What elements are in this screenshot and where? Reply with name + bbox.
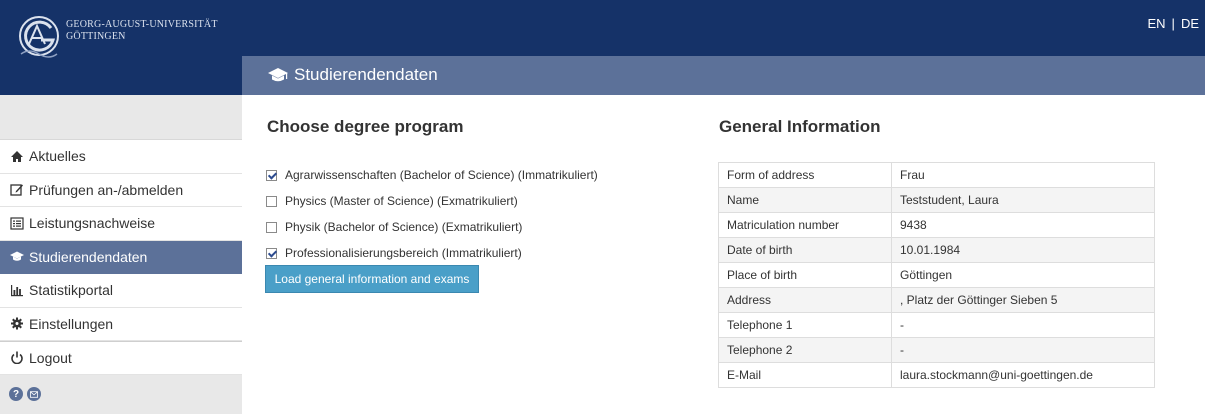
- logo-line-1: GEORG-AUGUST-UNIVERSITÄT: [66, 19, 218, 30]
- info-key: Matriculation number: [718, 212, 892, 238]
- table-row: Name Teststudent, Laura: [718, 187, 1155, 213]
- sidebar-item-einstellungen[interactable]: Einstellungen: [0, 308, 242, 341]
- info-key: Name: [718, 187, 892, 213]
- sidebar-nav: Aktuelles Prüfungen an-/abmelden Leistun…: [0, 139, 242, 375]
- info-value: -: [891, 312, 1155, 338]
- info-value: Göttingen: [891, 262, 1155, 288]
- degree-checkbox[interactable]: [266, 247, 277, 259]
- degree-program-list: Agrarwissenschaften (Bachelor of Science…: [266, 162, 598, 266]
- sidebar-item-label: Studierendendaten: [29, 248, 148, 265]
- sidebar-item-statistikportal[interactable]: Statistikportal: [0, 274, 242, 308]
- info-key: Telephone 1: [718, 312, 892, 338]
- university-seal-icon: [19, 16, 59, 58]
- degree-program-heading: Choose degree program: [267, 117, 464, 136]
- table-row: Address, Platz der Göttinger Sieben 5: [718, 287, 1155, 313]
- info-key: E-Mail: [718, 362, 892, 388]
- help-icon[interactable]: ?: [9, 387, 23, 401]
- degree-checkbox[interactable]: [266, 195, 277, 207]
- sidebar-item-studierendendaten[interactable]: Studierendendaten: [0, 240, 242, 274]
- info-value: -: [891, 337, 1155, 363]
- sidebar-item-logout[interactable]: Logout: [0, 341, 242, 375]
- degree-label: Agrarwissenschaften (Bachelor of Science…: [285, 168, 598, 182]
- lang-de-link[interactable]: DE: [1181, 16, 1199, 31]
- general-information-heading: General Information: [719, 117, 881, 136]
- language-switcher: EN | DE: [1147, 16, 1199, 31]
- page-title-bar: Studierendendaten: [242, 56, 1205, 95]
- university-logo[interactable]: GEORG-AUGUST-UNIVERSITÄT GÖTTINGEN: [0, 0, 242, 95]
- table-row: Telephone 2-: [718, 337, 1155, 363]
- info-value: 9438: [891, 212, 1155, 238]
- degree-label: Physics (Master of Science) (Exmatrikuli…: [285, 194, 518, 208]
- sidebar-item-label: Logout: [29, 349, 72, 366]
- main-content: Choose degree program Agrarwissenschafte…: [242, 95, 1205, 414]
- power-icon: [11, 351, 23, 365]
- info-key: Form of address: [718, 162, 892, 188]
- table-row: Form of address Frau: [718, 162, 1155, 188]
- sidebar-item-label: Statistikportal: [29, 282, 114, 299]
- degree-option[interactable]: Professionalisierungsbereich (Immatrikul…: [266, 240, 598, 266]
- logo-line-2: GÖTTINGEN: [66, 31, 126, 42]
- info-value: , Platz der Göttinger Sieben 5: [891, 287, 1155, 313]
- degree-option[interactable]: Physik (Bachelor of Science) (Exmatrikul…: [266, 214, 598, 240]
- table-row: E-Mail laura.stockmann@uni-goettingen.de: [718, 362, 1155, 388]
- lang-en-link[interactable]: EN: [1147, 16, 1165, 31]
- bar-chart-icon: [11, 284, 23, 296]
- info-key: Place of birth: [718, 262, 892, 288]
- info-key: Address: [718, 287, 892, 313]
- info-value: Frau: [891, 162, 1155, 188]
- sidebar-item-label: Leistungsnachweise: [29, 215, 156, 232]
- info-value: laura.stockmann@uni-goettingen.de: [891, 362, 1155, 388]
- sidebar: Aktuelles Prüfungen an-/abmelden Leistun…: [0, 95, 242, 414]
- sidebar-item-leistungsnachweise[interactable]: Leistungsnachweise: [0, 207, 242, 241]
- table-row: Date of birth 10.01.1984: [718, 237, 1155, 263]
- mail-icon[interactable]: [27, 387, 41, 401]
- degree-option[interactable]: Physics (Master of Science) (Exmatrikuli…: [266, 188, 598, 214]
- degree-option[interactable]: Agrarwissenschaften (Bachelor of Science…: [266, 162, 598, 188]
- home-icon: [11, 150, 23, 162]
- page-title: Studierendendaten: [294, 65, 438, 84]
- sidebar-item-aktuelles[interactable]: Aktuelles: [0, 140, 242, 174]
- gear-icon: [11, 317, 23, 330]
- load-general-information-button[interactable]: Load general information and exams: [265, 265, 479, 293]
- graduation-cap-icon: [268, 68, 288, 82]
- info-value: 10.01.1984: [891, 237, 1155, 263]
- graduation-cap-icon: [10, 251, 24, 261]
- info-key: Telephone 2: [718, 337, 892, 363]
- table-row: Matriculation number 9438: [718, 212, 1155, 238]
- info-value: Teststudent, Laura: [891, 187, 1155, 213]
- sidebar-item-pruefungen[interactable]: Prüfungen an-/abmelden: [0, 174, 242, 207]
- degree-checkbox[interactable]: [266, 221, 277, 233]
- sidebar-item-label: Prüfungen an-/abmelden: [29, 181, 184, 198]
- list-icon: [10, 217, 24, 230]
- envelope-glyph: [30, 390, 38, 398]
- info-key: Date of birth: [718, 237, 892, 263]
- lang-separator: |: [1171, 16, 1175, 31]
- degree-checkbox[interactable]: [266, 169, 277, 181]
- table-row: Telephone 1-: [718, 312, 1155, 338]
- logo-text: GEORG-AUGUST-UNIVERSITÄT GÖTTINGEN: [66, 19, 218, 43]
- footer-icons: ?: [9, 387, 41, 401]
- general-information-table: Form of address Frau Name Teststudent, Lau…: [718, 162, 1155, 388]
- table-row: Place of birth Göttingen: [718, 262, 1155, 288]
- degree-label: Physik (Bachelor of Science) (Exmatrikul…: [285, 220, 523, 234]
- edit-icon: [10, 184, 23, 196]
- sidebar-item-label: Einstellungen: [29, 315, 114, 332]
- sidebar-item-label: Aktuelles: [29, 148, 86, 165]
- degree-label: Professionalisierungsbereich (Immatrikul…: [285, 246, 522, 260]
